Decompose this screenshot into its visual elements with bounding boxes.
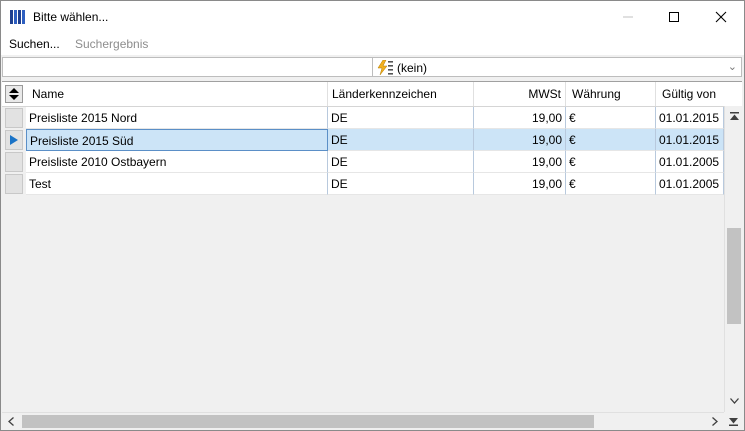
window-title: Bitte wählen...: [33, 10, 109, 24]
cell-currency[interactable]: €: [566, 107, 656, 129]
flash-list-icon: [377, 60, 393, 75]
cell-valid-from[interactable]: 01.01.2015: [656, 107, 724, 129]
cell-vat[interactable]: 19,00: [474, 173, 566, 195]
cell-valid-from[interactable]: 01.01.2005: [656, 173, 724, 195]
cell-country[interactable]: DE: [328, 173, 474, 195]
table-row[interactable]: Preisliste 2010 Ostbayern DE 19,00 € 01.…: [2, 151, 724, 173]
price-list-grid: Name Länderkennzeichen MWSt Währung Gült…: [2, 81, 743, 430]
chevron-left-icon: [8, 417, 14, 426]
vertical-scrollbar[interactable]: [724, 106, 743, 412]
minimize-button[interactable]: [605, 1, 651, 33]
cell-valid-from[interactable]: 01.01.2005: [656, 151, 724, 173]
table-row[interactable]: Preisliste 2015 Süd DE 19,00 € 01.01.201…: [2, 129, 724, 151]
scroll-bottom-button[interactable]: [724, 412, 742, 429]
row-header[interactable]: [5, 130, 23, 150]
filter-combobox[interactable]: (kein) ⌄: [372, 57, 742, 77]
search-input[interactable]: [2, 57, 379, 77]
scroll-down-button[interactable]: [725, 392, 743, 409]
cell-currency[interactable]: €: [566, 173, 656, 195]
cell-name[interactable]: Preisliste 2010 Ostbayern: [26, 151, 328, 173]
cell-country[interactable]: DE: [328, 129, 474, 151]
chevron-down-icon[interactable]: ⌄: [728, 60, 737, 73]
sort-updown-icon: [9, 88, 19, 100]
menu-search[interactable]: Suchen...: [9, 37, 60, 51]
maximize-icon: [669, 12, 679, 22]
cell-vat[interactable]: 19,00: [474, 151, 566, 173]
scroll-to-top-icon: [729, 111, 739, 120]
col-header-country[interactable]: Länderkennzeichen: [328, 82, 474, 106]
app-list-icon: [10, 10, 25, 24]
cell-country[interactable]: DE: [328, 151, 474, 173]
cell-currency[interactable]: €: [566, 129, 656, 151]
cell-vat[interactable]: 19,00: [474, 107, 566, 129]
col-header-name[interactable]: Name: [26, 82, 328, 106]
combo-value: (kein): [397, 61, 428, 75]
close-button[interactable]: [698, 1, 744, 33]
cell-currency[interactable]: €: [566, 151, 656, 173]
cell-name[interactable]: Test: [26, 173, 328, 195]
horizontal-scrollbar[interactable]: [2, 412, 724, 430]
col-header-valid-from[interactable]: Gültig von: [656, 82, 724, 106]
vertical-scroll-thumb[interactable]: [727, 228, 741, 324]
close-icon: [715, 11, 727, 23]
row-header[interactable]: [5, 174, 23, 194]
cell-country[interactable]: DE: [328, 107, 474, 129]
title-bar[interactable]: Bitte wählen...: [1, 1, 744, 33]
row-header[interactable]: [5, 108, 23, 128]
scroll-right-button[interactable]: [706, 413, 724, 430]
col-header-currency[interactable]: Währung: [566, 82, 656, 106]
cell-name[interactable]: Preisliste 2015 Süd: [26, 129, 328, 151]
col-header-vat[interactable]: MWSt: [474, 82, 566, 106]
table-row[interactable]: Test DE 19,00 € 01.01.2005: [2, 173, 724, 195]
scroll-to-bottom-icon: [728, 417, 738, 426]
grid-header: Name Länderkennzeichen MWSt Währung Gült…: [2, 82, 742, 107]
horizontal-scroll-thumb[interactable]: [22, 415, 594, 428]
current-row-arrow-icon: [10, 135, 18, 145]
filter-row: (kein) ⌄: [1, 55, 744, 79]
maximize-button[interactable]: [651, 1, 697, 33]
cell-vat[interactable]: 19,00: [474, 129, 566, 151]
menu-bar: Suchen... Suchergebnis: [1, 33, 744, 55]
row-header[interactable]: [5, 152, 23, 172]
scroll-top-button[interactable]: [725, 108, 743, 125]
chevron-down-icon: [729, 397, 739, 404]
cell-name[interactable]: Preisliste 2015 Nord: [26, 107, 328, 129]
cell-valid-from[interactable]: 01.01.2015: [656, 129, 724, 151]
table-row[interactable]: Preisliste 2015 Nord DE 19,00 € 01.01.20…: [2, 107, 724, 129]
chevron-right-icon: [712, 417, 718, 426]
menu-search-result: Suchergebnis: [75, 37, 149, 51]
chooser-window: Bitte wählen... Suchen... Suchergebnis (…: [0, 0, 745, 431]
scroll-left-button[interactable]: [2, 413, 20, 430]
sort-toggle-button[interactable]: [5, 85, 23, 103]
minimize-icon: [623, 16, 633, 18]
